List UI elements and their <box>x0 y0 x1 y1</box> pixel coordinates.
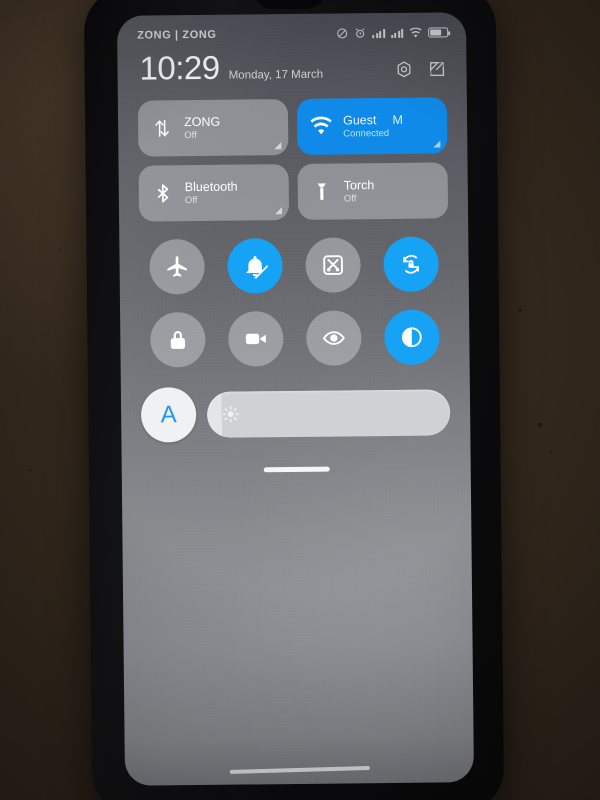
clock-time: 10:29 <box>139 48 220 87</box>
tile-mobile-data[interactable]: ZONG Off <box>137 99 289 157</box>
rotation-lock-icon <box>403 254 420 274</box>
bell-muted-icon <box>246 256 268 279</box>
quick-settings-tiles: ZONG Off Guest M Connected Bluetooth Off… <box>118 97 468 222</box>
tile-expand-corner-icon[interactable] <box>433 140 441 148</box>
wifi-icon <box>409 27 422 38</box>
carrier-label: ZONG | ZONG <box>137 28 217 42</box>
eye-icon <box>322 331 345 345</box>
phone-device: ZONG | ZONG 10:29 Monday, 17 March ZONG … <box>83 0 505 800</box>
video-camera-icon <box>245 333 266 345</box>
toggle-airplane-mode[interactable] <box>148 238 205 295</box>
battery-icon <box>428 27 449 38</box>
mute-icon <box>337 28 348 39</box>
wifi-icon <box>310 116 332 135</box>
tile-text-group: Guest M Connected <box>343 113 403 140</box>
toggle-screen-lock[interactable] <box>149 311 206 368</box>
tile-subtitle: Off <box>184 195 198 207</box>
toggle-reading-mode[interactable] <box>306 310 362 366</box>
padlock-icon <box>170 330 185 349</box>
tile-expand-corner-icon[interactable] <box>274 142 282 150</box>
clock-date: Monday, 17 March <box>228 68 324 82</box>
tile-text-group: Torch Off <box>344 178 375 204</box>
toggle-screenshot[interactable] <box>305 237 362 293</box>
clock-header-row: 10:29 Monday, 17 March <box>117 38 466 87</box>
home-gesture-bar[interactable] <box>125 766 474 774</box>
toggle-screen-recorder[interactable] <box>227 311 284 367</box>
alarm-icon <box>355 28 365 38</box>
airplane-icon <box>167 256 187 277</box>
tile-title: Torch <box>343 178 375 193</box>
signal-sim2-icon <box>390 28 404 38</box>
tile-title-group: Guest M <box>343 113 403 128</box>
bluetooth-icon <box>157 184 169 203</box>
tile-expand-corner-icon[interactable] <box>274 207 283 215</box>
tile-text-group: ZONG Off <box>184 115 220 141</box>
gear-icon[interactable] <box>394 60 413 79</box>
data-arrows-icon <box>155 120 170 137</box>
tile-subtitle: Connected <box>343 127 390 140</box>
tile-torch[interactable]: Torch Off <box>297 162 449 220</box>
tile-bluetooth[interactable]: Bluetooth Off <box>138 164 290 222</box>
waterdrop-notch <box>250 0 329 10</box>
toggle-dark-mode[interactable] <box>384 309 441 366</box>
tile-title: Bluetooth <box>184 179 238 195</box>
clock-group: 10:29 Monday, 17 March <box>139 48 324 87</box>
edit-pencil-icon[interactable] <box>427 59 446 78</box>
tile-wifi[interactable]: Guest M Connected <box>296 97 448 155</box>
toggle-auto-rotate-lock[interactable] <box>383 236 440 293</box>
tile-title: ZONG <box>184 114 221 130</box>
tile-title: Guest <box>343 113 377 128</box>
brightness-slider[interactable] <box>206 388 451 438</box>
toggle-silent-mode[interactable] <box>227 238 283 294</box>
quick-toggle-grid <box>119 236 469 368</box>
brightness-row: A <box>121 384 471 443</box>
auto-brightness-button[interactable]: A <box>140 387 197 443</box>
status-bar: ZONG | ZONG <box>117 12 466 42</box>
signal-sim1-icon <box>372 28 385 39</box>
tile-text-group: Bluetooth Off <box>185 180 238 207</box>
panel-drag-handle[interactable] <box>263 466 330 473</box>
tile-subtitle: Off <box>343 193 357 205</box>
scissors-crop-icon <box>323 255 344 275</box>
tile-subtitle: Off <box>184 130 197 142</box>
phone-screen: ZONG | ZONG 10:29 Monday, 17 March ZONG … <box>116 12 475 786</box>
contrast-circle-icon <box>402 327 423 348</box>
flashlight-icon <box>317 183 326 200</box>
sun-icon <box>222 405 239 423</box>
tile-title-extra: M <box>392 112 403 127</box>
header-actions <box>394 59 446 82</box>
